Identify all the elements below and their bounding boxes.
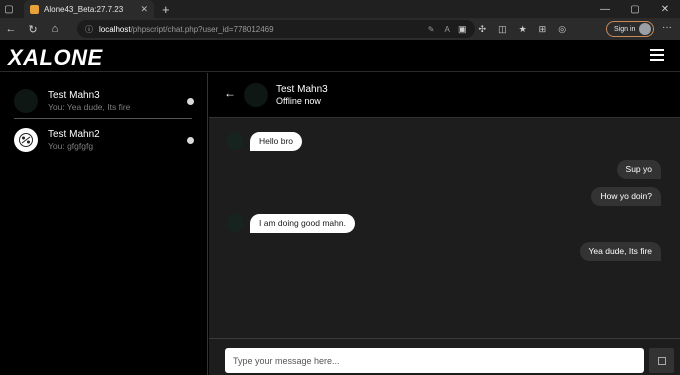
browser-toolbar: ← ↻ ⌂ ⓘ localhost/phpscript/chat.php?use… — [0, 18, 680, 40]
tab-actions-icon[interactable]: ▢ — [0, 0, 18, 18]
app-favicon-icon — [30, 4, 39, 14]
address-bar[interactable]: ⓘ localhost/phpscript/chat.php?user_id=7… — [77, 20, 475, 38]
message-avatar — [226, 214, 244, 232]
chat-contact-name: Test Mahn3 — [276, 84, 328, 95]
outgoing-message: Yea dude, Its fire — [579, 242, 661, 261]
contact-item[interactable]: Test Mahn3 You: Yea dude, Its fire — [14, 84, 194, 118]
message-input[interactable] — [225, 348, 644, 373]
chat-panel: ← Test Mahn3 Offline now Hello bro Sup y… — [209, 73, 680, 375]
status-dot — [187, 136, 194, 144]
avatar — [14, 128, 38, 152]
profile-avatar-icon — [639, 23, 651, 35]
browser-tab[interactable]: Alone43_Beta:27.7.23 ✕ — [24, 0, 154, 18]
toolbar-extensions: ▣ ✣ ◫ ★ ⊞ ◎ — [458, 18, 566, 40]
more-menu-icon[interactable]: ··· — [662, 22, 672, 33]
message-avatar — [226, 132, 244, 150]
split-screen-icon[interactable]: ◫ — [498, 24, 507, 35]
contact-item[interactable]: Test Mahn2 You: gfgfgfg — [14, 123, 194, 157]
send-icon — [657, 356, 666, 365]
browser-tab-bar: ▢ Alone43_Beta:27.7.23 ✕ + — ▢ ✕ — [0, 0, 680, 18]
outgoing-message: How yo doin? — [591, 187, 661, 206]
outgoing-message: Sup yo — [616, 160, 661, 179]
contact-name: Test Mahn2 — [48, 129, 100, 140]
reload-icon[interactable]: ↻ — [22, 18, 44, 40]
edit-icon[interactable]: ✎ — [428, 25, 435, 34]
hamburger-menu-icon[interactable] — [650, 49, 664, 61]
contacts-sidebar: Test Mahn3 You: Yea dude, Its fire Test … — [0, 73, 208, 375]
message-list[interactable]: Hello bro Sup yo How yo doin? I am doing… — [209, 118, 680, 338]
sign-in-button[interactable]: Sign in — [606, 21, 654, 37]
back-arrow-icon[interactable]: ← — [224, 86, 236, 100]
contact-name: Test Mahn3 — [48, 90, 100, 101]
read-aloud-icon[interactable]: A — [444, 25, 449, 34]
message-composer — [209, 338, 680, 375]
app-header: XALONE — [0, 40, 680, 72]
new-tab-button[interactable]: + — [162, 2, 170, 17]
divider — [14, 118, 192, 119]
copilot-icon[interactable]: ◎ — [558, 24, 566, 35]
tab-title: Alone43_Beta:27.7.23 — [44, 4, 124, 14]
incoming-message: I am doing good mahn. — [250, 214, 355, 233]
chat-status: Offline now — [276, 96, 321, 106]
avatar-logo-icon — [19, 133, 33, 147]
back-nav-icon[interactable]: ← — [0, 18, 22, 40]
puzzle-icon[interactable]: ✣ — [479, 24, 487, 35]
maximize-icon[interactable]: ▢ — [620, 4, 650, 15]
collections-icon[interactable]: ⊞ — [539, 24, 547, 35]
window-close-icon[interactable]: ✕ — [650, 4, 680, 15]
favorites-icon[interactable]: ★ — [519, 24, 527, 35]
window-controls: — ▢ ✕ — [590, 4, 680, 15]
app-logo[interactable]: XALONE — [8, 45, 103, 71]
site-info-icon[interactable]: ⓘ — [85, 24, 93, 35]
url-text: localhost/phpscript/chat.php?user_id=778… — [99, 24, 274, 34]
status-dot — [187, 97, 194, 105]
home-icon[interactable]: ⌂ — [44, 18, 66, 40]
contact-last-message: You: gfgfgfg — [48, 141, 94, 151]
chat-app: XALONE Test Mahn3 You: Yea dude, Its fir… — [0, 40, 680, 375]
contact-last-message: You: Yea dude, Its fire — [48, 102, 131, 112]
tab-close-icon[interactable]: ✕ — [140, 4, 148, 15]
incoming-message: Hello bro — [250, 132, 303, 151]
avatar — [14, 89, 38, 113]
minimize-icon[interactable]: — — [590, 4, 620, 15]
extension-icon[interactable]: ▣ — [458, 24, 467, 35]
avatar — [244, 83, 268, 107]
chat-header: ← Test Mahn3 Offline now — [209, 73, 680, 118]
send-button[interactable] — [649, 348, 674, 373]
